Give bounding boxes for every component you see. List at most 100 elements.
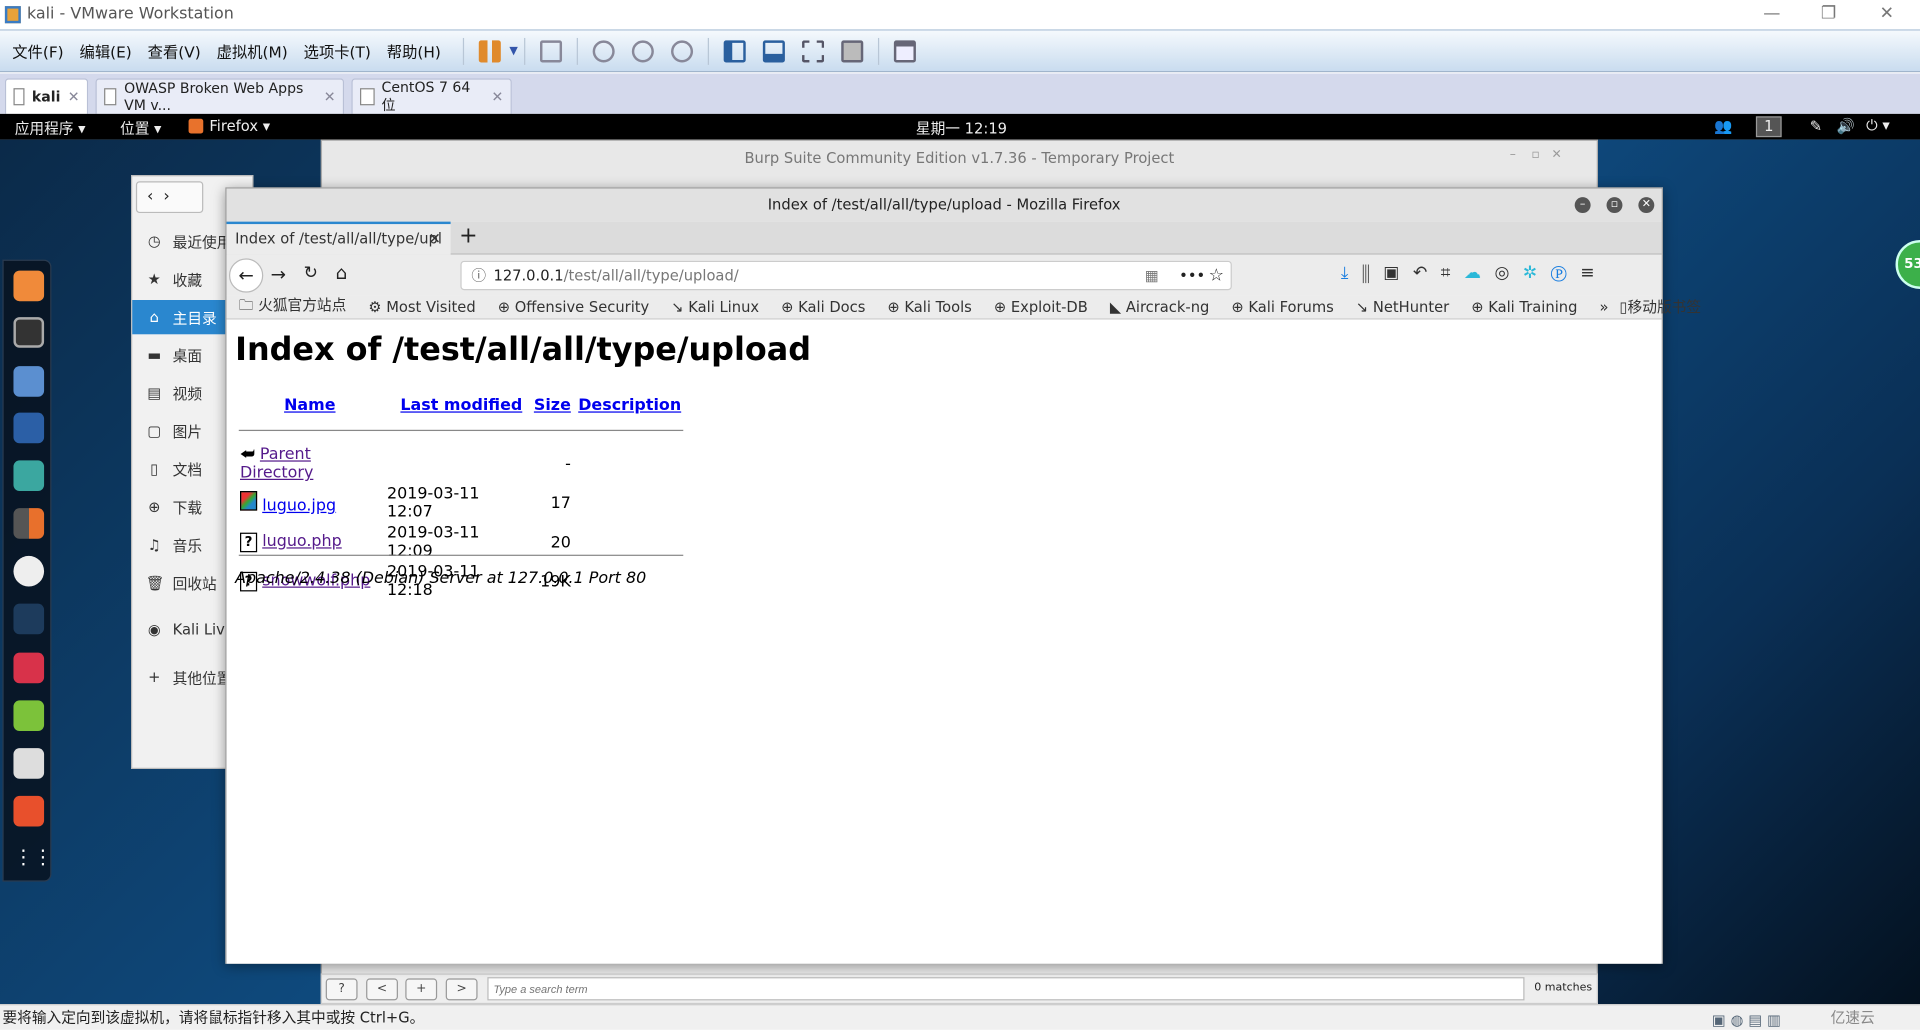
pause-icon[interactable] <box>478 39 501 62</box>
maximize-icon[interactable]: ▫ <box>1606 197 1623 214</box>
gear-extension-icon[interactable]: ✲ <box>1523 263 1551 283</box>
armitage-dock-icon[interactable] <box>13 460 45 492</box>
sidebar-view-icon[interactable] <box>723 39 746 62</box>
sidebar-icon[interactable]: ▣ <box>1383 263 1413 283</box>
menu-file[interactable]: 文件(F) <box>12 39 63 62</box>
restore-button[interactable]: ❐ <box>1821 4 1836 24</box>
vm-tab-centos[interactable]: CentOS 7 64 位 ✕ <box>351 78 512 114</box>
bookmark-kali-training[interactable]: ⊕ Kali Training <box>1471 298 1588 315</box>
bookmark-exploit-db[interactable]: ⊕ Exploit-DB <box>994 298 1099 315</box>
hamburger-menu-icon[interactable]: ≡ <box>1580 263 1608 283</box>
cloud-icon[interactable]: ☁ <box>1464 263 1495 283</box>
metasploit-dock-icon[interactable] <box>13 412 45 444</box>
cutycapt-dock-icon[interactable] <box>13 748 45 779</box>
faraday-dock-icon[interactable] <box>13 652 45 684</box>
back-button[interactable]: ← <box>228 258 264 293</box>
snapshot-manager-icon[interactable] <box>670 39 693 62</box>
minimize-button[interactable]: — <box>1763 4 1780 24</box>
bookmark-kali-linux[interactable]: ↘ Kali Linux <box>671 298 770 315</box>
firefox-app-menu[interactable]: Firefox ▾ <box>209 118 270 135</box>
downloads-icon[interactable]: ⤓ <box>1341 263 1362 283</box>
beef-dock-icon[interactable] <box>13 603 45 635</box>
files-dock-icon[interactable] <box>13 366 45 397</box>
maltego-dock-icon[interactable] <box>13 555 45 587</box>
file-link[interactable]: luguo.jpg <box>262 497 336 515</box>
next-button[interactable]: > <box>445 978 478 1001</box>
applications-menu[interactable]: 应用程序 ▾ <box>15 118 86 139</box>
bookmark-most-visited[interactable]: ⚙ Most Visited <box>368 298 486 315</box>
fullscreen-icon[interactable] <box>801 39 825 62</box>
bookmark-firefox-site[interactable]: 🗀 火狐官方站点 <box>239 294 358 320</box>
vm-tab-owasp[interactable]: OWASP Broken Web Apps VM v... ✕ <box>95 78 345 114</box>
back-forward-buttons[interactable]: ‹ › <box>135 181 204 214</box>
menu-view[interactable]: 查看(V) <box>148 39 201 62</box>
add-button[interactable]: + <box>405 978 438 1001</box>
home-button[interactable]: ⌂ <box>336 262 348 284</box>
library-view-icon[interactable] <box>893 39 916 62</box>
send-ctrl-alt-del-icon[interactable] <box>539 39 562 62</box>
bookmark-kali-docs[interactable]: ⊕ Kali Docs <box>781 298 876 315</box>
close-tab-icon[interactable]: ✕ <box>316 88 336 105</box>
burp-window-controls[interactable]: – ▫ ✕ <box>1510 148 1562 161</box>
sort-by-modified[interactable]: Last modified <box>400 397 522 415</box>
help-button[interactable]: ? <box>325 978 358 1001</box>
burp-dock-icon-2[interactable] <box>13 795 45 827</box>
minimize-icon[interactable]: – <box>1574 197 1591 214</box>
unity-icon[interactable] <box>841 39 864 62</box>
burp-dock-icon[interactable] <box>13 508 45 539</box>
workspace-indicator[interactable]: 1 <box>1755 116 1782 138</box>
clock[interactable]: 星期一 12:19 <box>916 118 1007 139</box>
dropdown-icon[interactable]: ▼ <box>509 45 517 57</box>
tab-upload-index[interactable]: Index of /test/all/all/type/upl ✕ <box>226 221 451 255</box>
show-apps-icon[interactable]: ⋮⋮ <box>13 844 52 875</box>
menu-help[interactable]: 帮助(H) <box>387 39 441 62</box>
snapshot-icon[interactable] <box>592 39 615 62</box>
forward-button[interactable]: → <box>271 263 286 285</box>
reload-button[interactable]: ↻ <box>304 263 318 283</box>
close-button[interactable]: ✕ <box>1880 4 1894 24</box>
bookmark-aircrack-ng[interactable]: ◣ Aircrack-ng <box>1110 298 1221 315</box>
sort-by-description[interactable]: Description <box>578 397 681 415</box>
close-tab-icon[interactable]: ✕ <box>60 88 80 105</box>
sort-by-size[interactable]: Size <box>534 397 571 415</box>
page-actions-icon[interactable]: ••• <box>1179 262 1205 289</box>
bookmark-nethunter[interactable]: ↘ NetHunter <box>1356 298 1460 315</box>
url-bar[interactable]: ⓘ 127.0.0.1/test/all/all/type/upload/ ▦ … <box>460 260 1232 291</box>
bookmark-kali-tools[interactable]: ⊕ Kali Tools <box>887 298 982 315</box>
power-icon[interactable]: ⏻ ▾ <box>1866 116 1890 134</box>
p-extension-icon[interactable]: Ⓟ <box>1551 263 1581 283</box>
volume-icon[interactable]: 🔊 <box>1837 118 1855 135</box>
mobile-bookmarks[interactable]: ▯移动版书签 <box>1619 296 1712 317</box>
crop-icon[interactable]: ⌗ <box>1441 263 1464 283</box>
close-tab-icon[interactable]: ✕ <box>428 224 440 255</box>
vmware-title-bar: kali - VMware Workstation — ❐ ✕ <box>0 0 1920 31</box>
menu-edit[interactable]: 编辑(E) <box>80 39 132 62</box>
vm-tab-kali[interactable]: kali ✕ <box>4 78 89 114</box>
new-tab-button[interactable]: + <box>459 223 477 249</box>
undo-icon[interactable]: ↶ <box>1413 263 1441 283</box>
extension-icon[interactable]: ◎ <box>1494 263 1522 283</box>
qr-code-icon[interactable]: ▦ <box>1145 262 1159 289</box>
places-menu[interactable]: 位置 ▾ <box>120 118 161 139</box>
leafpad-dock-icon[interactable] <box>13 700 45 732</box>
sort-by-name[interactable]: Name <box>284 397 335 415</box>
bookmark-kali-forums[interactable]: ⊕ Kali Forums <box>1231 298 1344 315</box>
device-icons[interactable]: ▣◍▤▥ <box>1712 1008 1786 1032</box>
close-tab-icon[interactable]: ✕ <box>484 88 503 105</box>
previous-button[interactable]: < <box>366 978 398 1001</box>
terminal-dock-icon[interactable] <box>13 317 45 348</box>
library-icon[interactable]: ⫼ <box>1362 263 1383 283</box>
revert-snapshot-icon[interactable] <box>631 39 654 62</box>
console-view-icon[interactable] <box>762 39 785 62</box>
search-input[interactable] <box>487 977 1525 1001</box>
bookmark-offensive-security[interactable]: ⊕ Offensive Security <box>498 298 661 315</box>
bookmarks-overflow-icon[interactable]: » <box>1599 298 1608 315</box>
firefox-dock-icon[interactable] <box>13 270 45 302</box>
close-icon[interactable]: ✕ <box>1638 197 1655 214</box>
file-link[interactable]: luguo.php <box>262 533 342 551</box>
vm-tab-bar: kali ✕ OWASP Broken Web Apps VM v... ✕ Cen… <box>0 73 1920 114</box>
menu-vm[interactable]: 虚拟机(M) <box>217 39 288 62</box>
info-icon[interactable]: ⓘ <box>471 262 486 289</box>
bookmark-star-icon[interactable]: ☆ <box>1209 262 1224 289</box>
menu-tabs[interactable]: 选项卡(T) <box>304 39 371 62</box>
